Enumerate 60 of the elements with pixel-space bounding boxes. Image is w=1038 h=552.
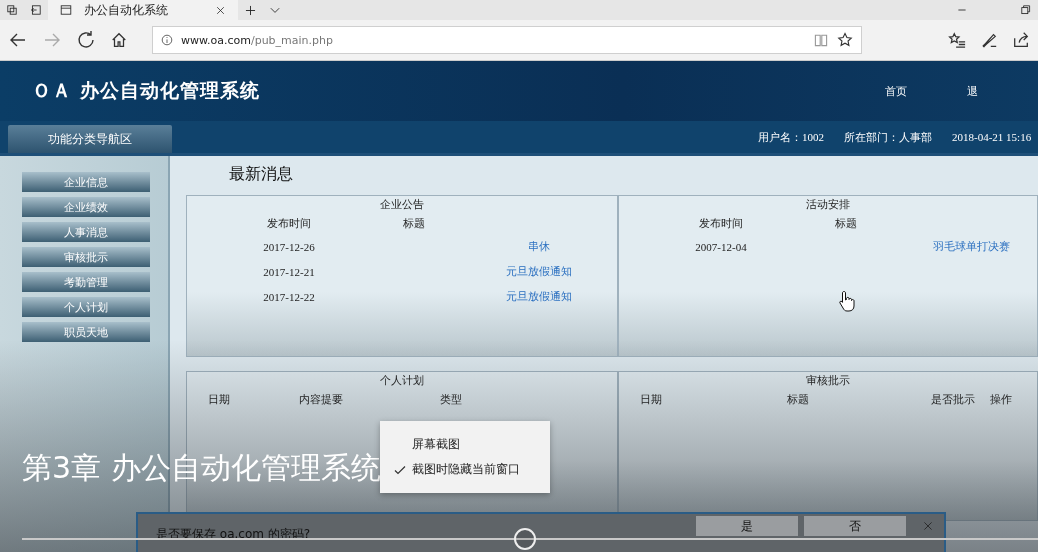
share-icon[interactable] (1012, 31, 1030, 49)
tab-back-icon[interactable] (30, 4, 42, 16)
title-link[interactable]: 元旦放假通知 (506, 289, 572, 302)
column-header: 发布时间 (698, 217, 744, 231)
nav-menu-button[interactable]: 审核批示 (22, 247, 150, 267)
prompt-button[interactable]: 否 (804, 516, 906, 536)
hand-cursor-icon (838, 290, 856, 312)
nav-menu-button[interactable]: 考勤管理 (22, 272, 150, 292)
column-header: 发布时间 (266, 217, 312, 231)
chapter-title: 第3章 办公自动化管理系统 (22, 449, 381, 487)
title-link[interactable]: 羽毛球单打决赛 (932, 239, 1010, 252)
header-link[interactable]: 退 (967, 83, 978, 99)
menu-item[interactable]: 截图时隐藏当前窗口 (380, 462, 550, 477)
restore-icon[interactable] (1020, 4, 1032, 16)
column-header: 类型 (439, 393, 463, 407)
panel-title: 企业公告 (380, 198, 424, 210)
address-field[interactable]: www.oa.com/pub_main.php (152, 26, 862, 54)
close-icon[interactable] (215, 4, 226, 16)
reading-view-icon[interactable] (813, 32, 829, 48)
nav-menu-button[interactable]: 企业信息 (22, 172, 150, 192)
nav-menu-button[interactable]: 职员天地 (22, 322, 150, 342)
column-header: 日期 (207, 393, 231, 407)
datetime-text: 2018-04-21 15:16 (952, 131, 1032, 143)
column-header: 操作 (989, 393, 1013, 407)
new-tab-icon[interactable] (244, 3, 257, 17)
column-header: 日期 (639, 393, 663, 407)
column-header: 标题 (786, 393, 810, 407)
column-header: 内容提要 (298, 393, 344, 407)
column-header: 标题 (834, 217, 858, 231)
panel-title: 活动安排 (806, 198, 850, 210)
nav-menu-button[interactable]: 企业绩效 (22, 197, 150, 217)
username-text: 用户名：1002 (758, 129, 824, 145)
star-icon[interactable] (837, 32, 853, 48)
home-icon[interactable] (110, 31, 128, 49)
title-link[interactable]: 串休 (528, 239, 550, 252)
browser-tab[interactable]: 办公自动化系统 (48, 0, 238, 20)
logo-text: ＯＡ 办公自动化管理系统 (32, 78, 260, 103)
table-cell-text: 2017-12-22 (262, 290, 316, 303)
favorites-icon[interactable] (948, 31, 966, 49)
nav-menu-button[interactable]: 人事消息 (22, 222, 150, 242)
table-cell-text: 2017-12-21 (262, 265, 316, 278)
page-icon[interactable] (60, 4, 72, 16)
tabs-icon[interactable] (6, 4, 18, 16)
table-cell-text: 2017-12-26 (262, 240, 316, 253)
column-header: 标题 (402, 217, 426, 231)
panel-title: 个人计划 (380, 374, 424, 386)
pen-icon[interactable] (980, 31, 998, 49)
column-header: 是否批示 (930, 393, 976, 407)
menu-item[interactable]: 屏幕截图 (380, 437, 550, 452)
panel-title: 审核批示 (806, 374, 850, 386)
title-link[interactable]: 元旦放假通知 (506, 264, 572, 277)
department-text: 所在部门：人事部 (844, 129, 932, 145)
header-link[interactable]: 首页 (885, 83, 907, 99)
refresh-icon[interactable] (76, 30, 96, 50)
info-icon (161, 34, 173, 46)
prompt-button[interactable]: 是 (696, 516, 798, 536)
nav-menu-button[interactable]: 个人计划 (22, 297, 150, 317)
table-cell-text: 2007-12-04 (694, 240, 748, 253)
progress-thumb[interactable] (513, 528, 536, 550)
section-heading: 最新消息 (229, 164, 294, 185)
